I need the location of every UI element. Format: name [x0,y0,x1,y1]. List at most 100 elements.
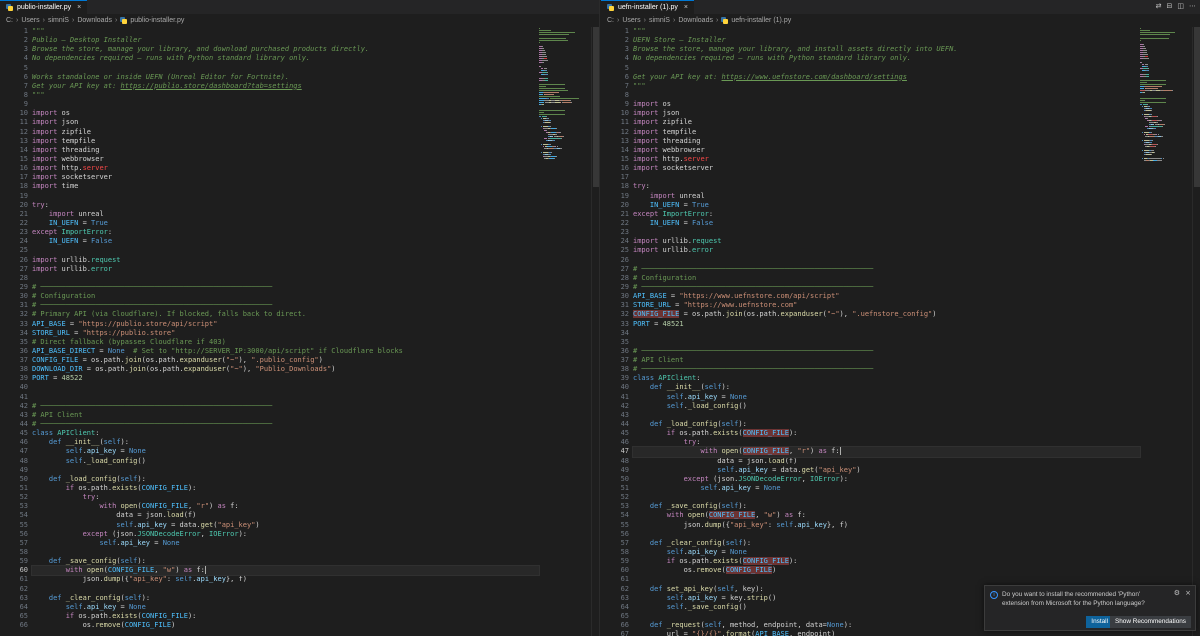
breadcrumb-segment[interactable]: Downloads [77,17,112,24]
code-line[interactable]: # ──────────────────────────────────────… [633,365,1140,374]
code-line[interactable]: def __init__(self): [633,383,1140,392]
code-line[interactable]: import json [633,109,1140,118]
code-line[interactable]: API_BASE = "https://publio.store/api/scr… [32,320,539,329]
breadcrumb-segment[interactable]: Downloads [678,17,713,24]
code-line[interactable]: def _load_config(self): [32,475,539,484]
code-line[interactable]: import urllib.request [32,256,539,265]
code-line[interactable] [633,256,1140,265]
code-line[interactable]: import webbrowser [633,146,1140,155]
code-editor[interactable]: 1 2 3 4 5 6 7 8 9 10 11 12 13 14 15 16 17 18 19 20 21 22 23 24 2… [601,27,1200,636]
code-line[interactable] [32,548,539,557]
code-line[interactable]: self.api_key = data.get("api_key") [633,466,1140,475]
tab-publio-installer[interactable]: publio-installer.py × [0,0,88,14]
code-line[interactable] [32,100,539,109]
code-line[interactable] [32,246,539,255]
breadcrumb-segment[interactable]: publio-installer.py [130,17,184,24]
code-line[interactable]: def _clear_config(self): [633,539,1140,548]
code-line[interactable]: data = json.load(f) [32,511,539,520]
code-line[interactable]: if os.path.exists(CONFIG_FILE): [32,612,539,621]
code-line[interactable]: # ──────────────────────────────────────… [633,283,1140,292]
code-line[interactable]: # Direct fallback (bypasses Cloudflare i… [32,338,539,347]
code-line[interactable]: # ──────────────────────────────────────… [633,347,1140,356]
show-recommendations-button[interactable]: Show Recommendations [1109,616,1191,628]
code-line[interactable]: import os [32,109,539,118]
scrollbar-thumb[interactable] [593,27,599,187]
code-line[interactable]: self.api_key = None [32,447,539,456]
code-line[interactable]: Works standalone or inside UEFN (Unreal … [32,73,539,82]
code-line[interactable]: import tempfile [32,137,539,146]
scrollbar-thumb[interactable] [1194,27,1200,187]
code-line[interactable]: STORE_URL = "https://www.uefnstore.com" [633,301,1140,310]
code-line[interactable]: import webbrowser [32,155,539,164]
code-line[interactable] [32,383,539,392]
code-area[interactable]: """ Publio — Desktop Installer Browse the … [31,27,540,630]
code-line[interactable]: self._load_config() [633,402,1140,411]
code-line[interactable]: self._load_config() [32,457,539,466]
code-line[interactable]: import zipfile [633,118,1140,127]
code-line[interactable]: class APIClient: [633,374,1140,383]
code-line[interactable]: PORT = 48521 [633,320,1140,329]
code-line[interactable]: try: [633,438,1140,447]
code-line[interactable]: self.api_key = data.get("api_key") [32,521,539,530]
code-line[interactable]: # Configuration [32,292,539,301]
minimap[interactable] [1140,27,1192,636]
code-line[interactable]: """ [633,27,1140,36]
code-line[interactable]: import unreal [32,210,539,219]
code-line[interactable]: # ──────────────────────────────────────… [32,283,539,292]
code-line[interactable]: def _load_config(self): [633,420,1140,429]
code-line[interactable]: DOWNLOAD_DIR = os.path.join(os.path.expa… [32,365,539,374]
code-line[interactable]: """ [32,27,539,36]
code-line[interactable]: except ImportError: [633,210,1140,219]
breadcrumb-segment[interactable]: Users [622,17,640,24]
code-line[interactable]: import time [32,182,539,191]
code-line[interactable]: import socketserver [633,164,1140,173]
code-line[interactable]: IN_UEFN = False [633,219,1140,228]
code-line[interactable] [633,173,1140,182]
code-line[interactable]: UEFN Store — Installer [633,36,1140,45]
code-line[interactable]: No dependencies required — runs with Pyt… [32,54,539,63]
code-line[interactable]: json.dump({"api_key": self.api_key}, f) [32,575,539,584]
code-line[interactable]: # Configuration [633,274,1140,283]
code-line[interactable]: import unreal [633,192,1140,201]
code-line[interactable]: IN_UEFN = False [32,237,539,246]
code-line[interactable]: data = json.load(f) [633,457,1140,466]
code-line[interactable] [633,530,1140,539]
code-line[interactable]: url = "{}/{}".format(API_BASE, endpoint) [633,630,1140,636]
breadcrumb-segment[interactable]: simniS [48,17,69,24]
code-line[interactable]: # ──────────────────────────────────────… [32,420,539,429]
code-line[interactable]: self.api_key = None [32,603,539,612]
code-line[interactable]: import http.server [32,164,539,173]
code-line[interactable]: # ──────────────────────────────────────… [32,301,539,310]
code-line[interactable] [633,411,1140,420]
code-area[interactable]: """ UEFN Store — Installer Browse the stor… [632,27,1141,636]
code-line[interactable] [32,585,539,594]
close-icon[interactable]: × [77,4,81,11]
code-line[interactable]: with open(CONFIG_FILE, "r") as f: [32,502,539,511]
gear-icon[interactable]: ⚙ [1174,589,1180,597]
code-line[interactable]: import socketserver [32,173,539,182]
code-line[interactable]: # API Client [633,356,1140,365]
code-line[interactable]: Get your API key at: https://www.uefnsto… [633,73,1140,82]
code-line[interactable]: import threading [32,146,539,155]
code-line[interactable]: def _save_config(self): [633,502,1140,511]
code-line[interactable]: API_BASE = "https://www.uefnstore.com/ap… [633,292,1140,301]
more-actions-icon[interactable]: ⋯ [1189,2,1196,10]
code-line[interactable] [633,493,1140,502]
code-line[interactable]: import urllib.request [633,237,1140,246]
vertical-scrollbar[interactable] [591,27,599,636]
code-line[interactable]: try: [32,493,539,502]
code-line[interactable]: Browse the store, manage your library, a… [32,45,539,54]
code-line[interactable] [633,329,1140,338]
code-line[interactable]: CONFIG_FILE = os.path.join(os.path.expan… [633,310,1140,319]
code-line[interactable]: os.remove(CONFIG_FILE) [32,621,539,630]
code-line[interactable]: import urllib.error [32,265,539,274]
code-line[interactable]: def _clear_config(self): [32,594,539,603]
code-line[interactable]: if os.path.exists(CONFIG_FILE): [32,484,539,493]
code-line[interactable]: import os [633,100,1140,109]
close-icon[interactable]: × [684,4,688,11]
code-line[interactable]: self.api_key = None [633,484,1140,493]
code-line[interactable]: # ──────────────────────────────────────… [32,402,539,411]
code-line[interactable]: self.api_key = None [633,393,1140,402]
code-line[interactable]: import tempfile [633,128,1140,137]
code-line[interactable]: class APIClient: [32,429,539,438]
